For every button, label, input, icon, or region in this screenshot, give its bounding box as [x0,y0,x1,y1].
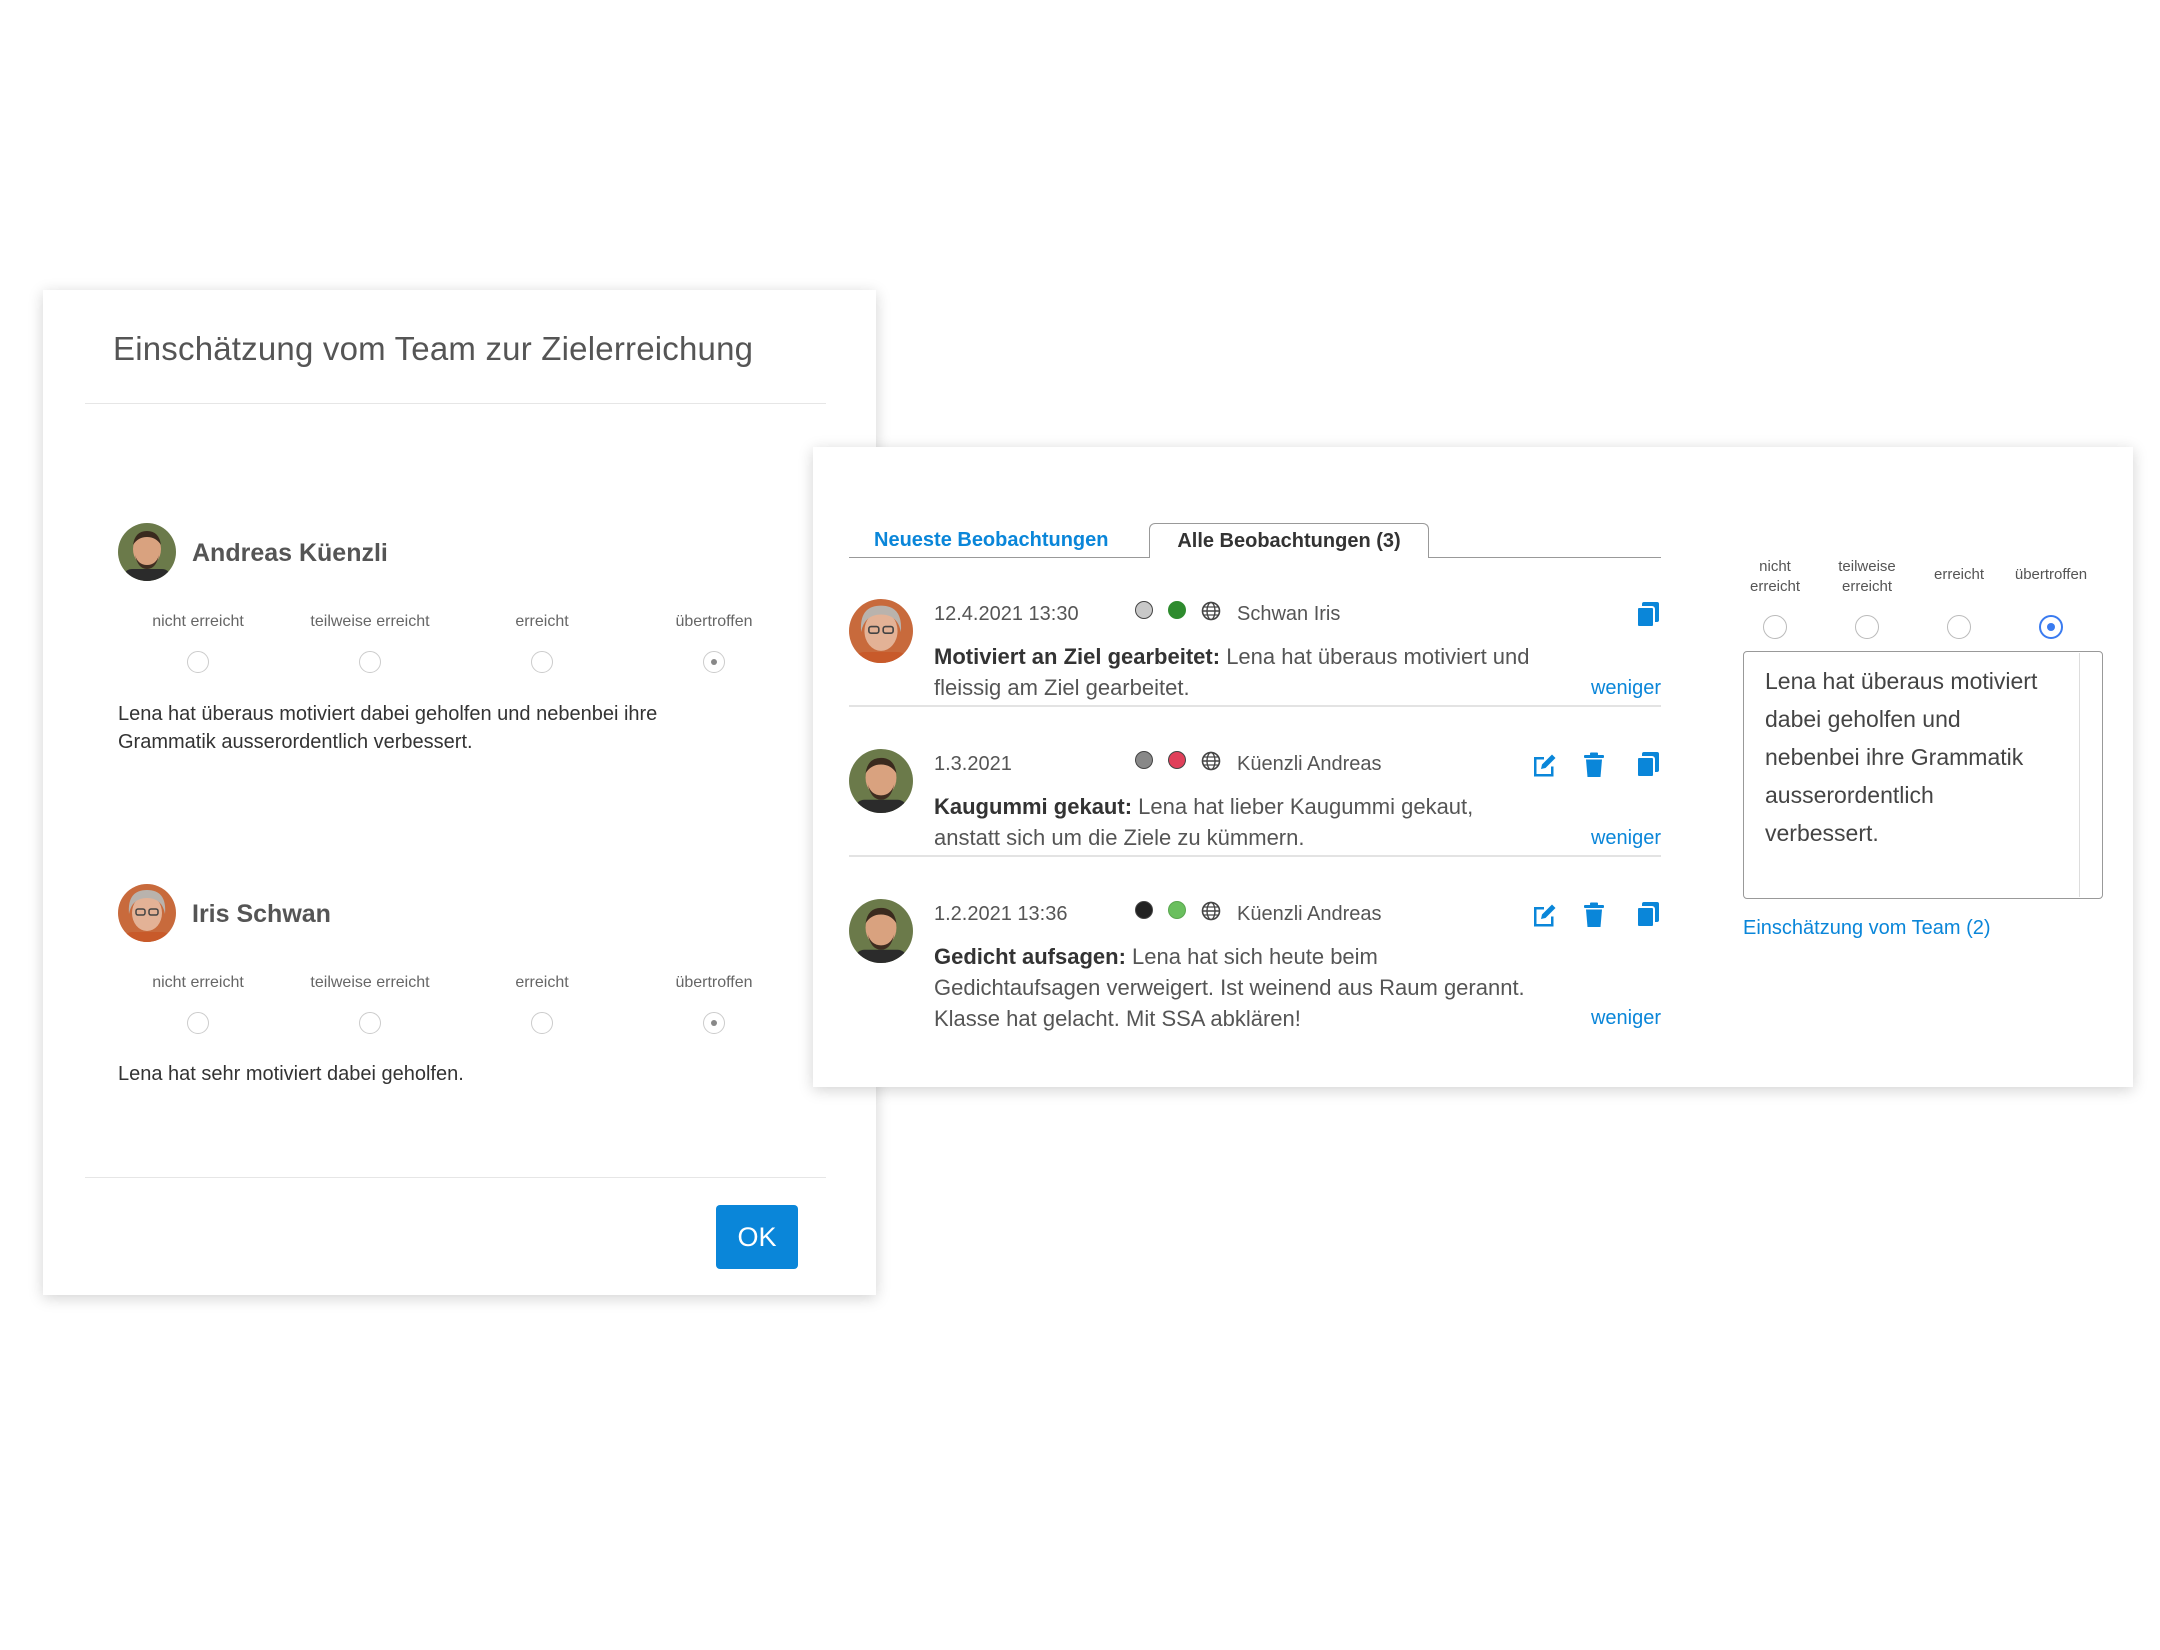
scale-labels: nicht erreicht teilweise erreicht erreic… [118,613,818,633]
scale-label: nicht erreicht [152,613,244,630]
tab-neueste-beobachtungen[interactable]: Neueste Beobachtungen [874,529,1108,552]
radio-teilweise-erreicht[interactable] [1855,615,1879,639]
avatar-andreas [849,899,913,963]
observation-divider [849,855,1661,857]
observation-author: Schwan Iris [1237,603,1341,625]
modal-footer-divider [85,1177,826,1178]
modal-title: Einschätzung vom Team zur Zielerreichung [113,330,754,367]
observations-panel: Neueste Beobachtungen Alle Beobachtungen… [813,447,2133,1087]
observation-text: Gedicht aufsagen: Lena hat sich heute be… [934,941,1544,1034]
radio-uebertroffen[interactable] [703,1012,725,1034]
scale-label: übertroffen [675,974,753,991]
rating-label-line: übertroffen [2014,566,2088,583]
status-dot [1135,601,1153,619]
scale-label: teilweise erreicht [310,613,430,630]
tab-bar: Neueste Beobachtungen Alle Beobachtungen… [849,523,1661,558]
scale-label: erreicht [515,613,569,630]
ok-button[interactable]: OK [716,1205,798,1269]
status-dot [1135,751,1153,769]
radio-nicht-erreicht[interactable] [1763,615,1787,639]
edit-icon[interactable] [1531,901,1557,929]
radio-erreicht[interactable] [531,651,553,673]
copy-icon[interactable] [1635,601,1661,629]
radio-uebertroffen[interactable] [2039,615,2063,639]
radio-erreicht[interactable] [1947,615,1971,639]
observation-item: 1.3.2021 Küenzli Andreas Kaugummi gekaut… [849,739,1661,889]
observation-author: Küenzli Andreas [1237,753,1382,775]
globe-icon [1201,601,1221,621]
trash-icon[interactable] [1581,901,1607,929]
avatar-iris [118,884,176,942]
observation-date: 1.3.2021 [934,753,1012,775]
avatar-iris [849,599,913,663]
status-dot [1135,901,1153,919]
globe-icon [1201,751,1221,771]
rating-comment-text: Lena hat überaus motiviert dabei geholfe… [1765,668,2038,846]
radio-nicht-erreicht[interactable] [187,651,209,673]
textarea-scrollbar[interactable] [2079,653,2080,897]
tab-alle-beobachtungen[interactable]: Alle Beobachtungen (3) [1149,523,1429,558]
status-dot [1168,751,1186,769]
scale-label: übertroffen [675,613,753,630]
observation-date: 1.2.2021 13:36 [934,903,1068,925]
radio-teilweise-erreicht[interactable] [359,1012,381,1034]
weniger-link[interactable]: weniger [1591,677,1661,700]
observation-text: Motiviert an Ziel gearbeitet: Lena hat ü… [934,641,1544,703]
observation-divider [849,705,1661,707]
person-comment: Lena hat überaus motiviert dabei geholfe… [118,703,658,753]
person-name: Iris Schwan [192,900,331,928]
observation-item: 12.4.2021 13:30 Schwan Iris Motiviert an… [849,589,1661,739]
assessment-andreas: Andreas Küenzli nicht erreicht teilweise… [118,523,818,763]
person-comment: Lena hat sehr motiviert dabei geholfen. [118,1063,464,1085]
scale-label: erreicht [515,974,569,991]
globe-icon [1201,901,1221,921]
rating-comment-textarea[interactable]: Lena hat überaus motiviert dabei geholfe… [1743,651,2103,899]
copy-icon[interactable] [1635,751,1661,779]
rating-label: übertroffen [1996,565,2106,585]
assessment-iris: Iris Schwan nicht erreicht teilweise err… [118,884,818,1085]
scale-label: nicht erreicht [152,974,244,991]
scale-labels: nicht erreicht teilweise erreicht erreic… [118,974,818,994]
status-dot [1168,601,1186,619]
avatar-andreas [118,523,176,581]
scale-label: teilweise erreicht [310,974,430,991]
modal-header-divider [85,403,826,404]
team-assessment-link[interactable]: Einschätzung vom Team (2) [1743,917,1991,940]
team-assessment-modal: Einschätzung vom Team zur Zielerreichung… [43,290,876,1295]
observation-title: Gedicht aufsagen: [934,944,1126,969]
trash-icon[interactable] [1581,751,1607,779]
copy-icon[interactable] [1635,901,1661,929]
avatar-andreas [849,749,913,813]
edit-icon[interactable] [1531,751,1557,779]
radio-teilweise-erreicht[interactable] [359,651,381,673]
observation-title: Motiviert an Ziel gearbeitet: [934,644,1221,669]
status-dot [1168,901,1186,919]
observation-date: 12.4.2021 13:30 [934,603,1079,625]
weniger-link[interactable]: weniger [1591,827,1661,850]
radio-uebertroffen[interactable] [703,651,725,673]
person-name: Andreas Küenzli [192,539,388,567]
observation-item: 1.2.2021 13:36 Küenzli Andreas Gedicht a… [849,889,1661,1069]
radio-nicht-erreicht[interactable] [187,1012,209,1034]
observation-title: Kaugummi gekaut: [934,794,1133,819]
weniger-link[interactable]: weniger [1591,1007,1661,1030]
observation-author: Küenzli Andreas [1237,903,1382,925]
observation-text: Kaugummi gekaut: Lena hat lieber Kaugumm… [934,791,1544,853]
radio-erreicht[interactable] [531,1012,553,1034]
